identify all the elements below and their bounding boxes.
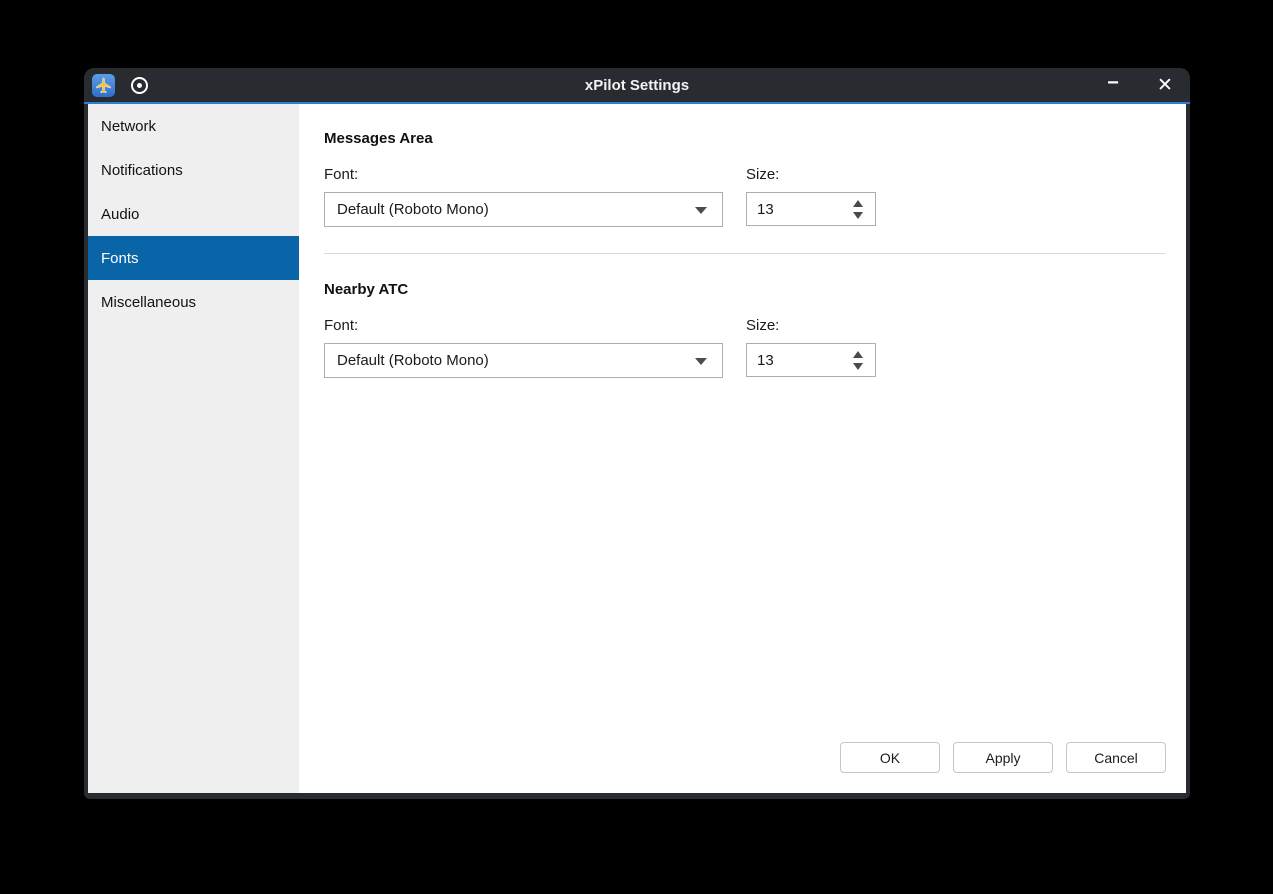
spin-down-icon[interactable] <box>853 362 863 370</box>
atc-font-field: Font: Default (Roboto Mono) <box>324 317 723 378</box>
sidebar-item-label: Audio <box>101 205 140 223</box>
window-body: Network Notifications Audio Fonts Miscel… <box>84 104 1190 799</box>
messages-font-dropdown[interactable]: Default (Roboto Mono) <box>324 192 723 227</box>
section-title: Messages Area <box>324 130 433 147</box>
messages-size-field: Size: 13 <box>746 166 876 227</box>
size-spinner-value: 13 <box>757 200 774 218</box>
window-title: xPilot Settings <box>584 76 690 94</box>
atc-font-dropdown[interactable]: Default (Roboto Mono) <box>324 343 723 378</box>
section-title: Nearby ATC <box>324 281 409 298</box>
font-label: Font: <box>324 317 359 334</box>
settings-sidebar: Network Notifications Audio Fonts Miscel… <box>88 104 299 793</box>
atc-size-field: Size: 13 <box>746 317 876 378</box>
spinner-arrows <box>853 193 863 225</box>
titlebar[interactable]: xPilot Settings − ✕ <box>84 68 1190 102</box>
spin-down-icon[interactable] <box>853 211 863 219</box>
spinner-arrows <box>853 344 863 376</box>
sidebar-item-audio[interactable]: Audio <box>88 192 299 236</box>
chevron-down-icon <box>695 206 707 214</box>
sidebar-item-label: Fonts <box>101 249 139 267</box>
messages-area-section: Messages Area Font: Default (Roboto Mono… <box>324 130 1165 227</box>
size-spinner-value: 13 <box>757 351 774 369</box>
font-dropdown-value: Default (Roboto Mono) <box>337 201 489 218</box>
close-button[interactable]: ✕ <box>1154 74 1176 96</box>
messages-size-spinner[interactable]: 13 <box>746 192 876 226</box>
font-label: Font: <box>324 166 359 183</box>
messages-font-field: Font: Default (Roboto Mono) <box>324 166 723 227</box>
xpilot-settings-window: xPilot Settings − ✕ Network Notification… <box>84 68 1190 799</box>
titlebar-icons <box>92 73 148 97</box>
record-icon <box>131 76 148 94</box>
chevron-down-icon <box>695 357 707 365</box>
sidebar-item-label: Network <box>101 117 157 135</box>
cancel-button[interactable]: Cancel <box>1066 742 1166 773</box>
desktop-background: xPilot Settings − ✕ Network Notification… <box>0 0 1273 894</box>
dialog-footer: OK Apply Cancel <box>840 742 1166 773</box>
ok-button[interactable]: OK <box>840 742 940 773</box>
sidebar-item-label: Notifications <box>101 161 183 179</box>
size-label: Size: <box>746 317 780 334</box>
spin-up-icon[interactable] <box>853 350 863 358</box>
atc-size-spinner[interactable]: 13 <box>746 343 876 377</box>
sidebar-item-network[interactable]: Network <box>88 104 299 148</box>
fonts-settings-panel: Messages Area Font: Default (Roboto Mono… <box>299 104 1186 793</box>
font-dropdown-value: Default (Roboto Mono) <box>337 352 489 369</box>
minimize-button[interactable]: − <box>1102 73 1124 96</box>
sidebar-item-miscellaneous[interactable]: Miscellaneous <box>88 280 299 324</box>
sidebar-item-fonts[interactable]: Fonts <box>88 236 299 280</box>
spin-up-icon[interactable] <box>853 199 863 207</box>
apply-button[interactable]: Apply <box>953 742 1053 773</box>
sidebar-item-label: Miscellaneous <box>101 293 197 311</box>
sidebar-item-notifications[interactable]: Notifications <box>88 148 299 192</box>
nearby-atc-section: Nearby ATC Font: Default (Roboto Mono) S… <box>324 281 1165 378</box>
size-label: Size: <box>746 166 780 183</box>
window-controls: − ✕ <box>1102 73 1176 96</box>
section-divider <box>324 253 1165 254</box>
airplane-icon <box>92 73 115 97</box>
